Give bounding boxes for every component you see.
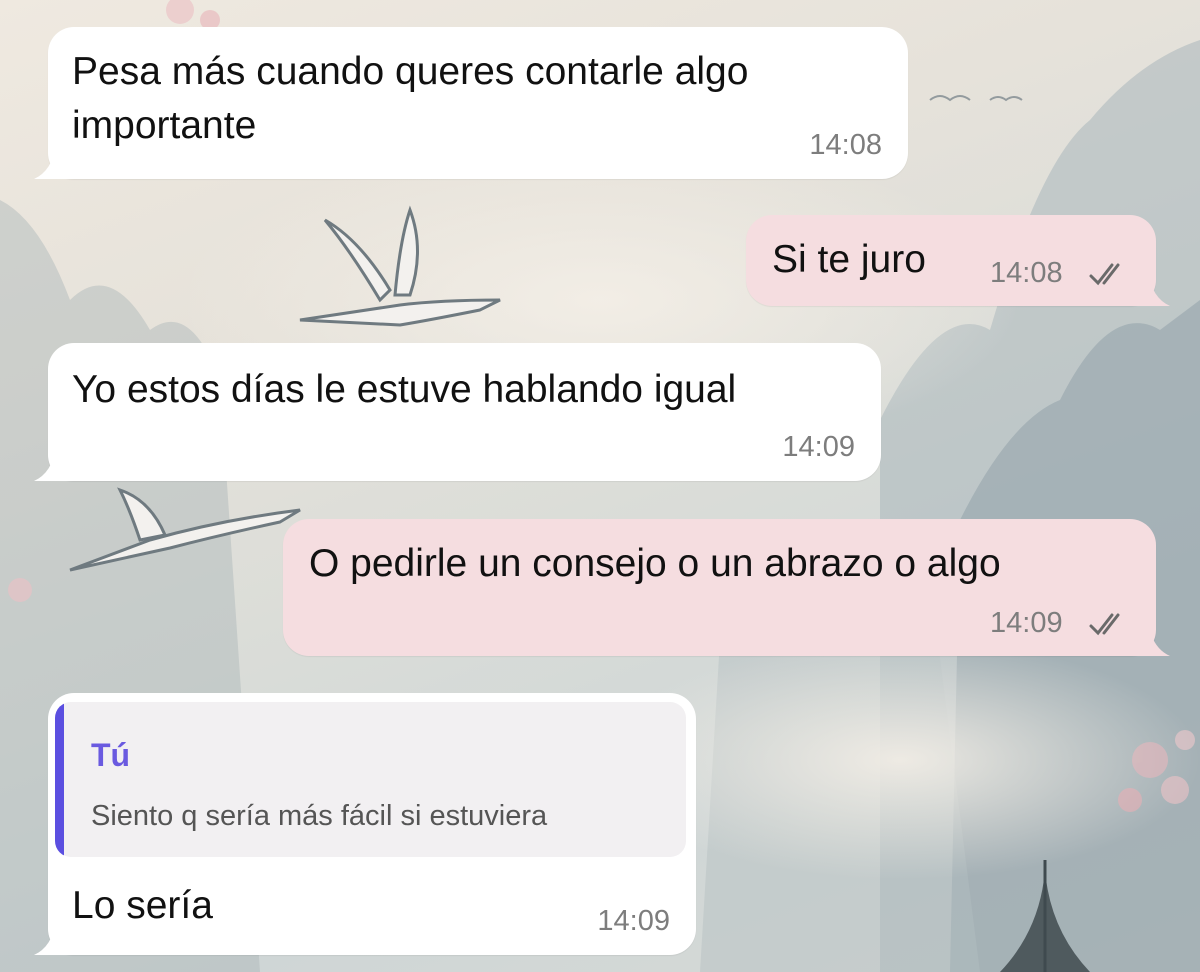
quote-text: Siento q sería más fácil si estuviera [91,800,548,832]
double-check-icon [1089,263,1120,286]
message-timestamp: 14:09 [990,607,1063,639]
incoming-message-bubble[interactable]: Yo estos días le estuve hablando igual 1… [34,343,881,481]
message-timestamp: 14:08 [990,257,1063,289]
message-text-line2: importante [72,104,257,147]
quote-accent-bar [55,702,64,857]
bubble-tail [1130,272,1170,306]
message-text: Pesa más cuando queres contarle algo [72,50,749,93]
incoming-message-bubble[interactable]: Pesa más cuando queres contarle algo imp… [34,27,908,179]
bubble-tail [34,447,74,481]
bubble-tail [1130,622,1170,656]
message-text: Lo sería [72,884,213,927]
bubble-tail [34,145,74,179]
incoming-reply-message-bubble[interactable]: Tú Siento q sería más fácil si estuviera… [34,693,696,955]
bubble-tail [34,921,74,955]
message-timestamp: 14:09 [782,431,855,463]
outgoing-message-bubble[interactable]: Si te juro 14:08 [746,215,1170,306]
quote-author: Tú [91,737,131,773]
double-check-icon [1089,613,1120,636]
message-timestamp: 14:08 [809,129,882,161]
message-text: O pedirle un consejo o un abrazo o algo [309,542,1001,585]
quoted-message[interactable]: Tú Siento q sería más fácil si estuviera [55,702,686,857]
message-text: Si te juro [772,238,926,281]
outgoing-message-bubble[interactable]: O pedirle un consejo o un abrazo o algo … [283,519,1170,656]
message-text: Yo estos días le estuve hablando igual [72,368,737,411]
message-timestamp: 14:09 [597,905,670,937]
